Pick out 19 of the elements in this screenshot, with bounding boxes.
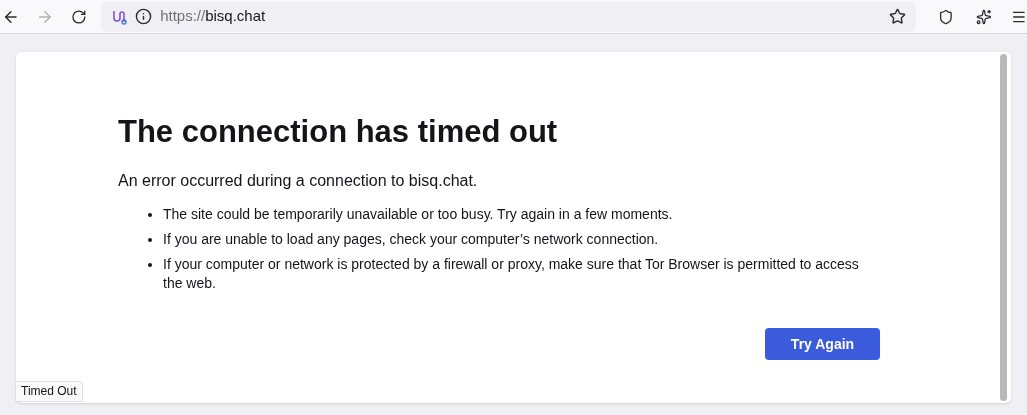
address-bar[interactable]: https://bisq.chat [101,1,916,32]
bullet-icon [148,213,152,217]
error-title: The connection has timed out [118,113,559,151]
info-icon[interactable] [135,8,153,25]
shield-icon[interactable] [937,8,954,25]
tor-onion-icon[interactable] [111,8,128,25]
bullet-text: The site could be temporarily unavailable or too busy. Try again in a few moments. [163,205,673,224]
scrollbar-thumb[interactable] [1000,54,1007,401]
reload-icon[interactable] [71,8,88,25]
status-text: Timed Out [15,381,83,402]
bullet-text: If you are unable to load any pages, check your computer’s network connection. [163,230,659,249]
error-subtitle: An error occurred during a connection to bisq.chat. [118,171,479,191]
bullet-icon [148,238,152,242]
url-text[interactable]: https://bisq.chat [160,5,266,28]
bullet-text: If your computer or network is protected by a firewall or proxy, make sure that Tor Browser is permitted to access the web. [163,255,860,293]
bullet-icon [148,263,152,267]
try-again-button[interactable]: Try Again [765,328,880,360]
sparkles-icon[interactable] [975,8,992,25]
bookmark-star-icon[interactable] [888,8,906,25]
